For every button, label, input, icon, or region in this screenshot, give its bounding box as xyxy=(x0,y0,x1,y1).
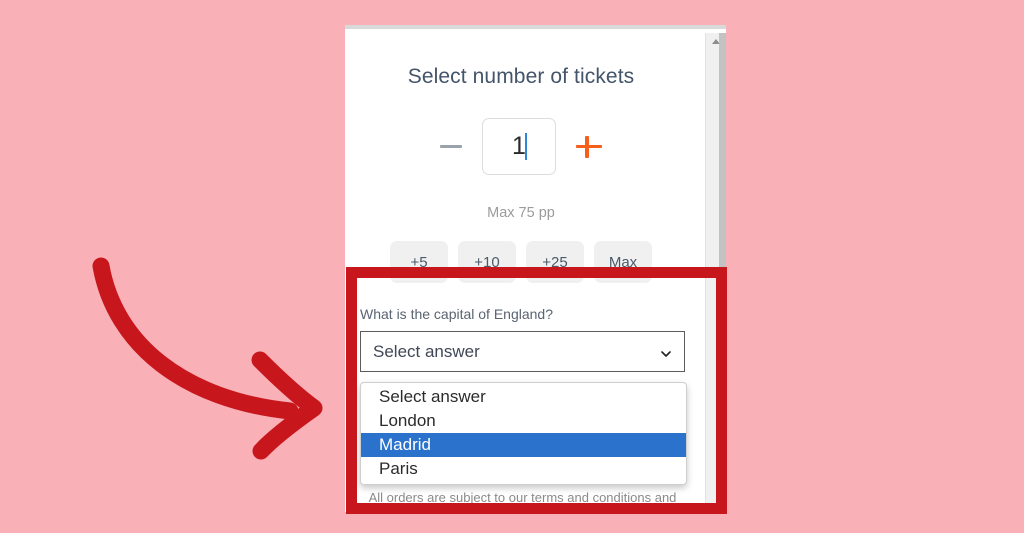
legal-text-and: and xyxy=(651,490,677,505)
legal-text-prefix: All orders are subject to our xyxy=(368,490,532,505)
page-title: Select number of tickets xyxy=(407,65,635,88)
quantity-input[interactable]: 1 xyxy=(482,118,556,175)
answer-select[interactable]: Select answer xyxy=(360,331,685,372)
answer-select-value: Select answer xyxy=(373,341,480,361)
legal-disclaimer: All orders are subject to our terms and … xyxy=(355,489,690,512)
skill-question-block: What is the capital of England? Select a… xyxy=(360,306,690,372)
quantity-stepper: 1 xyxy=(345,118,697,175)
terms-and-conditions-link[interactable]: terms and conditions xyxy=(531,490,651,505)
quantity-value: 1 xyxy=(512,132,526,160)
question-label: What is the capital of England? xyxy=(360,306,554,322)
decrease-quantity-button[interactable] xyxy=(438,134,464,160)
increase-quantity-button[interactable] xyxy=(574,132,604,162)
ticket-selection-card: Select number of tickets 1 Max 75 pp +5 … xyxy=(345,25,726,512)
text-cursor-caret xyxy=(525,133,527,160)
quick-add-10-button[interactable]: +10 xyxy=(458,241,516,283)
dropdown-option-paris[interactable]: Paris xyxy=(361,457,686,481)
quick-add-5-button[interactable]: +5 xyxy=(390,241,448,283)
dropdown-option-select-answer[interactable]: Select answer xyxy=(361,385,686,409)
minus-icon xyxy=(440,145,462,148)
quick-add-max-button[interactable]: Max xyxy=(594,241,652,283)
quick-add-button-row: +5 +10 +25 Max xyxy=(345,241,697,283)
legal-text-middle: . For free postal entry route xyxy=(454,508,614,512)
dropdown-option-london[interactable]: London xyxy=(361,409,686,433)
quick-add-25-button[interactable]: +25 xyxy=(526,241,584,283)
annotation-arrow xyxy=(75,250,365,470)
see-here-link[interactable]: see here xyxy=(614,508,665,512)
answer-dropdown-options[interactable]: Select answer London Madrid Paris xyxy=(360,382,687,485)
max-per-person-note: Max 75 pp xyxy=(487,205,555,221)
scrollbar-outer-edge xyxy=(719,33,726,512)
legal-text-end: . xyxy=(665,508,669,512)
chevron-down-icon xyxy=(661,346,671,357)
dropdown-option-madrid[interactable]: Madrid xyxy=(361,433,686,457)
card-content-area: Select number of tickets 1 Max 75 pp +5 … xyxy=(345,33,705,512)
privacy-policy-link[interactable]: privacy policy xyxy=(377,508,454,512)
vertical-scrollbar[interactable] xyxy=(705,33,726,512)
